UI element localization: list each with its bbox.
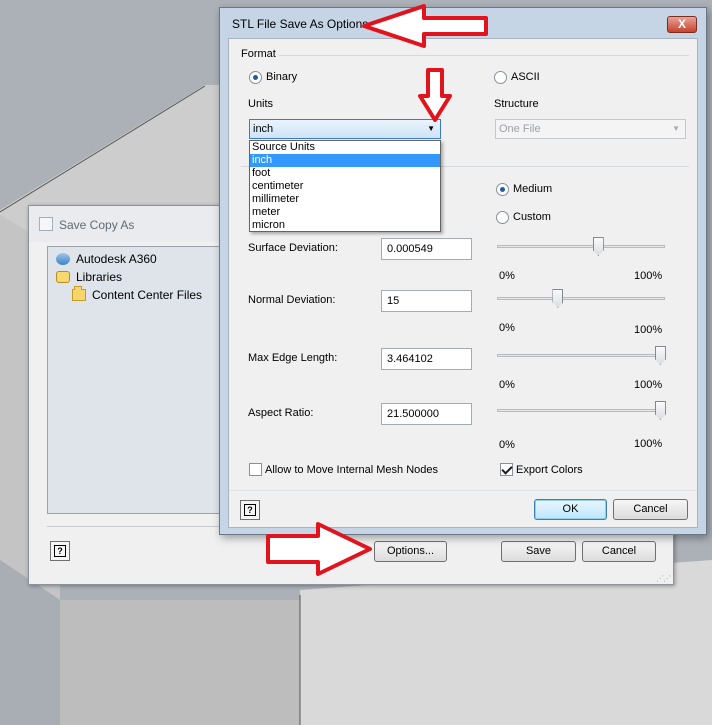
slider-min-label: 0% <box>499 270 515 282</box>
units-option[interactable]: millimeter <box>250 193 440 206</box>
export-colors-checkbox[interactable] <box>500 463 513 476</box>
units-label: Units <box>248 98 274 110</box>
slider-thumb[interactable] <box>552 289 564 308</box>
normal-deviation-input[interactable]: 15 <box>381 290 472 312</box>
surface-deviation-input[interactable]: 0.000549 <box>381 238 472 260</box>
stl-options-dialog: STL File Save As Options X Format Binary… <box>219 7 707 535</box>
chevron-down-icon: ▼ <box>672 124 680 133</box>
folder-icon <box>72 286 86 301</box>
units-option[interactable]: centimeter <box>250 180 440 193</box>
slider-track <box>497 354 665 357</box>
tree-item-label: Content Center Files <box>92 288 203 302</box>
units-option[interactable]: meter <box>250 206 440 219</box>
help-button[interactable]: ? <box>240 500 260 520</box>
custom-radio[interactable] <box>496 211 509 224</box>
annotation-arrow-title <box>362 4 488 48</box>
annotation-arrow-options <box>266 522 372 576</box>
allow-move-checkbox[interactable] <box>249 463 262 476</box>
a360-cloud-icon <box>56 253 70 265</box>
slider-min-label: 0% <box>499 322 515 334</box>
ok-button[interactable]: OK <box>534 499 607 520</box>
stl-dialog-title: STL File Save As Options <box>232 17 369 31</box>
slider-thumb[interactable] <box>654 401 666 420</box>
tree-item-libraries[interactable]: Libraries <box>56 269 122 285</box>
dialog-app-icon <box>39 217 53 231</box>
allow-move-label: Allow to Move Internal Mesh Nodes <box>265 464 439 476</box>
slider-thumb[interactable] <box>592 237 604 256</box>
slider-track <box>497 297 665 300</box>
export-colors-label: Export Colors <box>516 464 583 476</box>
slider-max-label: 100% <box>634 438 663 450</box>
binary-radio[interactable] <box>249 71 262 84</box>
tree-item-a360[interactable]: Autodesk A360 <box>56 251 157 267</box>
slider-max-label: 100% <box>634 324 663 336</box>
aspect-ratio-label: Aspect Ratio: <box>248 407 314 419</box>
ascii-label: ASCII <box>511 71 540 83</box>
slider-track <box>497 245 665 248</box>
cancel-button[interactable]: Cancel <box>582 541 656 562</box>
tree-item-label: Autodesk A360 <box>76 252 157 266</box>
annotation-arrow-units <box>418 68 452 122</box>
footer-divider <box>229 490 697 491</box>
normal-deviation-slider[interactable] <box>497 289 665 309</box>
structure-selected-value: One File <box>499 123 541 135</box>
units-select[interactable]: inch ▼ <box>249 119 441 139</box>
group-divider <box>279 55 689 56</box>
custom-label: Custom <box>513 211 551 223</box>
save-button[interactable]: Save <box>501 541 576 562</box>
location-tree[interactable]: Autodesk A360 Libraries Content Center F… <box>47 246 222 514</box>
medium-radio[interactable] <box>496 183 509 196</box>
ascii-radio[interactable] <box>494 71 507 84</box>
help-icon: ? <box>244 504 256 516</box>
max-edge-length-label: Max Edge Length: <box>248 352 338 364</box>
binary-label: Binary <box>266 71 298 83</box>
units-selected-value: inch <box>253 123 274 135</box>
units-option[interactable]: foot <box>250 167 440 180</box>
medium-label: Medium <box>513 183 553 195</box>
tree-item-label: Libraries <box>76 270 123 284</box>
slider-max-label: 100% <box>634 379 663 391</box>
structure-select[interactable]: One File ▼ <box>495 119 686 139</box>
tree-item-content-center[interactable]: Content Center Files <box>72 286 203 303</box>
slider-min-label: 0% <box>499 379 515 391</box>
units-option-selected[interactable]: inch <box>250 154 440 167</box>
units-option[interactable]: Source Units <box>250 141 440 154</box>
help-button[interactable]: ? <box>50 541 70 561</box>
units-option[interactable]: micron <box>250 219 440 232</box>
aspect-ratio-input[interactable]: 21.500000 <box>381 403 472 425</box>
slider-track <box>497 409 665 412</box>
surface-deviation-slider[interactable] <box>497 237 665 257</box>
structure-label: Structure <box>494 98 539 110</box>
options-button[interactable]: Options... <box>374 541 447 562</box>
units-dropdown-list[interactable]: Source Units inch foot centimeter millim… <box>249 140 441 232</box>
format-group-label: Format <box>241 48 276 60</box>
max-edge-length-input[interactable]: 3.464102 <box>381 348 472 370</box>
resize-grip[interactable]: ⋰⋰ <box>656 575 671 583</box>
slider-thumb[interactable] <box>654 346 666 365</box>
cancel-button[interactable]: Cancel <box>613 499 688 520</box>
help-icon: ? <box>54 545 66 557</box>
slider-max-label: 100% <box>634 270 663 282</box>
surface-deviation-label: Surface Deviation: <box>248 242 338 254</box>
slider-min-label: 0% <box>499 439 515 451</box>
aspect-ratio-slider[interactable] <box>497 401 666 421</box>
close-button[interactable]: X <box>667 16 697 33</box>
max-edge-length-slider[interactable] <box>497 346 666 366</box>
libraries-icon <box>56 271 70 283</box>
stl-dialog-body: Format Binary ASCII Units Structure inch… <box>228 38 698 528</box>
save-copy-as-title: Save Copy As <box>59 218 135 232</box>
normal-deviation-label: Normal Deviation: <box>248 294 336 306</box>
